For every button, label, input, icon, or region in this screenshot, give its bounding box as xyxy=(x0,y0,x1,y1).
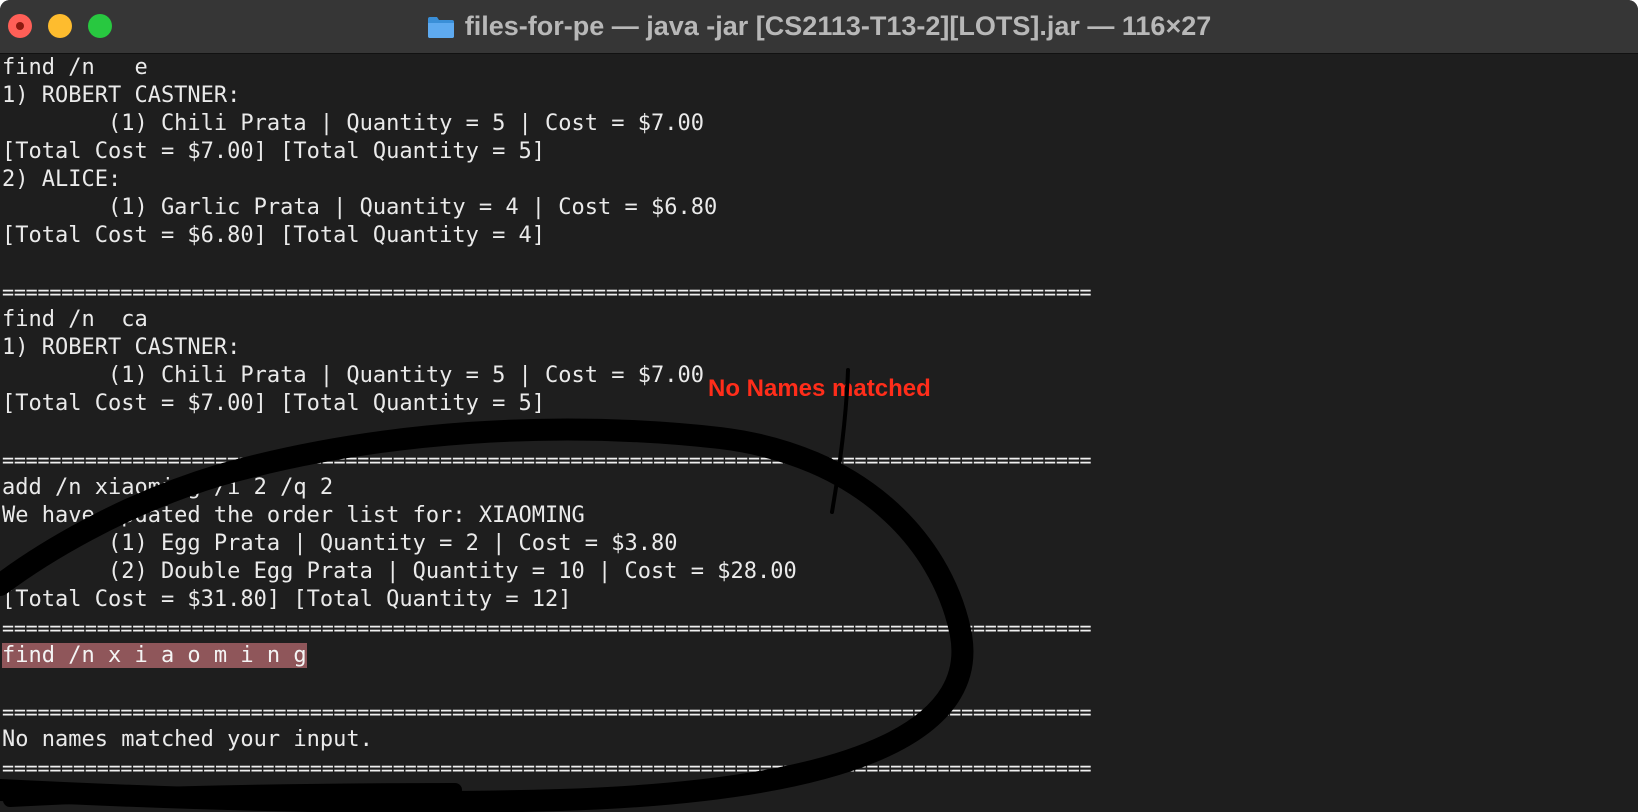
terminal-line: find /n e xyxy=(2,55,148,80)
highlighted-command: find /n x i a o m i n g xyxy=(2,643,307,668)
terminal-line: (1) Chili Prata | Quantity = 5 | Cost = … xyxy=(2,111,704,136)
terminal-line: find /n x i a o m i n g xyxy=(2,642,307,670)
folder-icon xyxy=(427,16,454,38)
terminal-line: 1) ROBERT CASTNER: xyxy=(2,335,241,360)
terminal-output[interactable]: find /n e 1) ROBERT CASTNER: (1) Chili Pr… xyxy=(0,54,1638,812)
terminal-line: ========================================… xyxy=(2,700,1092,724)
traffic-lights xyxy=(8,14,112,38)
terminal-line: ========================================… xyxy=(2,280,1092,304)
close-window-button[interactable] xyxy=(8,14,32,38)
terminal-window: files-for-pe — java -jar [CS2113-T13-2][… xyxy=(0,0,1638,812)
terminal-line: [Total Cost = $31.80] [Total Quantity = … xyxy=(2,587,572,612)
terminal-line: [Total Cost = $7.00] [Total Quantity = 5… xyxy=(2,139,546,164)
terminal-line: 2) ALICE: xyxy=(2,167,122,192)
terminal-line: No names matched your input. xyxy=(2,727,373,752)
terminal-line: (1) Garlic Prata | Quantity = 4 | Cost =… xyxy=(2,195,718,220)
terminal-line: add /n xiaoming /i 2 /q 2 xyxy=(2,475,334,500)
window-title: files-for-pe — java -jar [CS2113-T13-2][… xyxy=(464,11,1212,41)
annotation-label: No Names matched xyxy=(708,375,931,402)
terminal-line: [Total Cost = $6.80] [Total Quantity = 4… xyxy=(2,223,546,248)
terminal-line: find /n ca xyxy=(2,307,148,332)
minimize-window-button[interactable] xyxy=(48,14,72,38)
terminal-line: 1) ROBERT CASTNER: xyxy=(2,83,241,108)
maximize-window-button[interactable] xyxy=(88,14,112,38)
title-bar[interactable]: files-for-pe — java -jar [CS2113-T13-2][… xyxy=(0,0,1638,54)
terminal-line: (2) Double Egg Prata | Quantity = 10 | C… xyxy=(2,559,797,584)
terminal-line: ========================================… xyxy=(2,756,1092,780)
terminal-line: ========================================… xyxy=(2,448,1092,472)
terminal-line: We have updated the order list for: XIAO… xyxy=(2,503,585,528)
terminal-line: [Total Cost = $7.00] [Total Quantity = 5… xyxy=(2,391,546,416)
terminal-line: (1) Egg Prata | Quantity = 2 | Cost = $3… xyxy=(2,531,678,556)
title-group: files-for-pe — java -jar [CS2113-T13-2][… xyxy=(427,11,1212,42)
terminal-line: ========================================… xyxy=(2,616,1092,640)
terminal-line: (1) Chili Prata | Quantity = 5 | Cost = … xyxy=(2,363,704,388)
